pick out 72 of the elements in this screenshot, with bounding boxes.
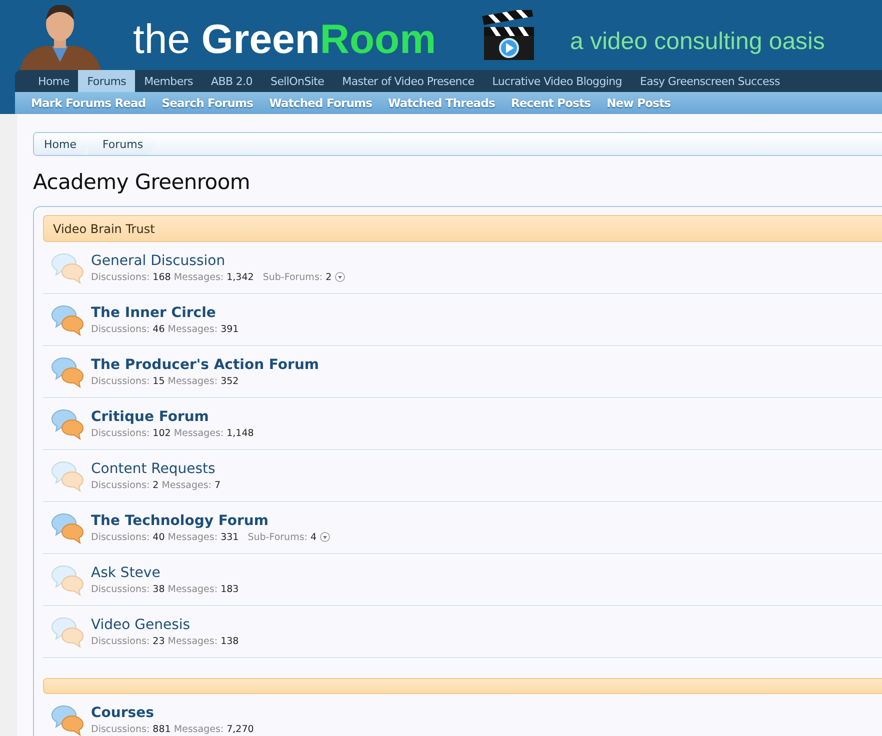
stat-value: 1,342 <box>226 272 254 282</box>
stat-value: 1,148 <box>226 428 254 438</box>
forum-title-link[interactable]: Ask Steve <box>91 564 239 580</box>
stat-label: Discussions: <box>91 584 150 594</box>
stat-value: 391 <box>220 324 239 334</box>
speech-bubbles-icon <box>51 408 85 440</box>
speech-bubbles-icon <box>51 304 85 336</box>
nav-tab[interactable]: Home <box>29 70 78 92</box>
stat-label: Messages: <box>168 376 218 386</box>
site-logo[interactable]: the GreenRoom <box>133 19 436 60</box>
stat-value: 331 <box>220 532 239 542</box>
forum-title-link[interactable]: The Producer's Action Forum <box>91 356 320 372</box>
forum-title-link[interactable]: Content Requests <box>91 460 221 476</box>
category-header[interactable]: Video Brain Trust <box>43 215 882 242</box>
tagline: a video consulting oasis <box>570 28 825 56</box>
dropdown-icon[interactable] <box>334 272 345 282</box>
speech-bubbles-icon <box>51 512 85 544</box>
stat-label: Discussions: <box>91 428 150 438</box>
stat-label: Sub-Forums: <box>248 532 308 542</box>
nav-tab[interactable]: ABB 2.0 <box>202 70 262 92</box>
stat-value: 23 <box>152 636 165 646</box>
stat-label: Messages: <box>168 636 218 646</box>
stat-value: 168 <box>152 272 171 282</box>
stat-value: 881 <box>152 724 171 734</box>
stat-label: Discussions: <box>91 724 150 734</box>
stat-value: 7 <box>214 480 221 490</box>
stat-label: Sub-Forums: <box>262 272 323 282</box>
faded-speech-bubbles-icon <box>51 460 85 492</box>
stat-label: Discussions: <box>91 480 150 490</box>
nav-tab[interactable]: Master of Video Presence <box>333 70 484 92</box>
nav-tab[interactable]: SellOnSite <box>262 70 334 92</box>
stat-label: Messages: <box>174 428 224 438</box>
stat-label: Discussions: <box>91 532 150 542</box>
stat-value: 7,270 <box>226 724 254 734</box>
clapperboard-icon <box>480 10 536 62</box>
stat-value: 38 <box>152 584 165 594</box>
forum-title-link[interactable]: Video Genesis <box>91 616 239 632</box>
stat-label: Messages: <box>168 532 218 542</box>
stat-value: 4 <box>310 532 317 542</box>
nav-tab[interactable]: Members <box>135 70 202 92</box>
speech-bubbles-icon <box>51 704 85 736</box>
faded-speech-bubbles-icon <box>51 616 85 648</box>
stat-value: 183 <box>220 584 239 594</box>
forum-title-link[interactable]: Courses <box>91 704 254 720</box>
forum-title-link[interactable]: The Inner Circle <box>91 304 239 320</box>
stat-value: 2 <box>152 480 159 490</box>
nav-tab[interactable]: Lucrative Video Blogging <box>483 70 631 92</box>
stat-label: Discussions: <box>91 636 150 646</box>
stat-value: 46 <box>152 324 165 334</box>
forum-title-link[interactable]: The Technology Forum <box>91 512 330 528</box>
stat-value: 40 <box>152 532 165 542</box>
stat-label: Messages: <box>174 724 224 734</box>
stat-label: Messages: <box>162 480 212 490</box>
stat-value: 102 <box>152 428 171 438</box>
stat-label: Discussions: <box>91 324 150 334</box>
forum-title-link[interactable]: Critique Forum <box>91 408 254 424</box>
stat-label: Messages: <box>168 324 218 334</box>
speech-bubbles-icon <box>51 356 85 388</box>
dropdown-icon[interactable] <box>320 532 330 542</box>
stat-value: 15 <box>152 376 165 386</box>
stat-label: Messages: <box>168 584 218 594</box>
stat-value: 2 <box>326 272 332 282</box>
stat-label: Discussions: <box>91 272 150 282</box>
forum-title-link[interactable]: General Discussion <box>91 252 345 268</box>
stat-value: 138 <box>220 636 239 646</box>
faded-speech-bubbles-icon <box>51 564 85 596</box>
faded-speech-bubbles-icon <box>51 252 85 284</box>
stat-label: Messages: <box>174 272 224 282</box>
stat-value: 352 <box>220 376 239 386</box>
page-title: Academy Greenroom <box>33 170 252 194</box>
nav-tab[interactable]: Easy Greenscreen Success <box>631 70 789 92</box>
stat-label: Discussions: <box>91 376 150 386</box>
